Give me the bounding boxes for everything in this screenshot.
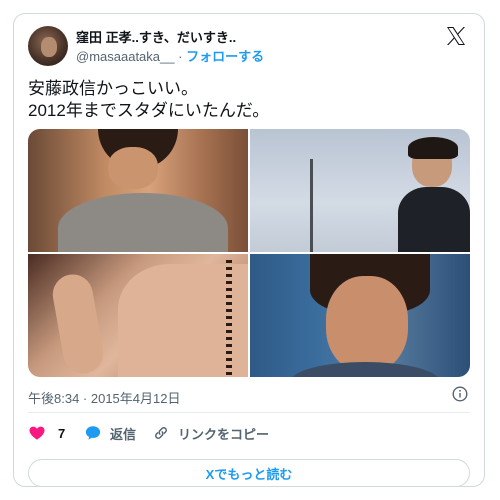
author-handle-row: @masaaataka__ · フォローする	[76, 46, 264, 65]
tweet-card: 窪田 正孝..すき、だいすき.. @masaaataka__ · フォローする …	[13, 13, 485, 487]
tweet-timestamp[interactable]: 午後8:34 · 2015年4月12日	[28, 388, 180, 407]
photo-4-shoulders	[290, 362, 440, 377]
copy-link-button[interactable]: リンクをコピー	[152, 421, 269, 445]
follow-button[interactable]: フォローする	[186, 49, 264, 64]
handle-separator: ·	[178, 49, 183, 64]
photo-1-shirt	[58, 193, 228, 252]
avatar[interactable]	[28, 26, 68, 66]
link-icon	[155, 427, 167, 439]
reply-button[interactable]: 返信	[84, 421, 136, 445]
author-name[interactable]: 窪田 正孝..すき、だいすき..	[76, 27, 236, 46]
action-bar: 7 返信 リンクをコピー	[28, 421, 472, 445]
photo-2[interactable]	[250, 129, 470, 252]
info-icon[interactable]	[452, 386, 468, 402]
divider	[28, 412, 470, 413]
reply-label: 返信	[110, 426, 137, 442]
photo-2-person-hair	[408, 137, 458, 159]
media-grid	[28, 129, 470, 377]
like-count: 7	[58, 425, 66, 441]
photo-4-face	[326, 276, 408, 372]
photo-2-pole	[310, 159, 313, 252]
speech-bubble-icon	[85, 426, 101, 440]
heart-icon	[29, 426, 45, 440]
photo-3-spine-line	[226, 260, 232, 377]
x-logo-icon[interactable]	[444, 24, 468, 48]
photo-2-person-body	[398, 187, 470, 252]
avatar-face	[41, 37, 57, 57]
photo-1-face	[108, 147, 158, 189]
author-handle[interactable]: @masaaataka__	[76, 49, 174, 64]
photo-1[interactable]	[28, 129, 248, 252]
photo-3[interactable]	[28, 254, 248, 377]
like-button[interactable]: 7	[28, 421, 65, 445]
photo-4[interactable]	[250, 254, 470, 377]
read-more-on-x-button[interactable]: Xでもっと読む	[28, 459, 470, 487]
tweet-text: 安藤政信かっこいい。 2012年までスタダにいたんだ。	[28, 79, 270, 120]
copy-link-label: リンクをコピー	[178, 426, 270, 442]
photo-3-arm	[49, 271, 107, 377]
